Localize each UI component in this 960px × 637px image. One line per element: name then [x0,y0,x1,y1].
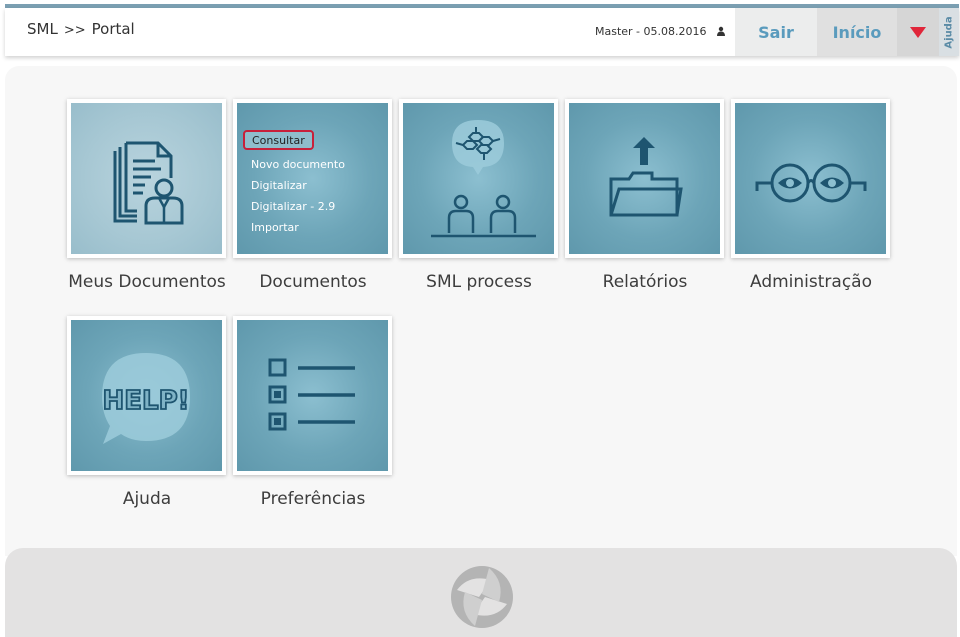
tile-meus-documentos[interactable] [67,99,226,258]
breadcrumb-root[interactable]: SML [27,20,58,38]
tile-administracao[interactable] [731,99,890,258]
footer [5,548,957,637]
folder-upload-icon [609,137,683,217]
tile-relatorios[interactable] [565,99,724,258]
tile-ajuda[interactable]: HELP! [67,316,226,475]
user-info-text: Master - 05.08.2016 [595,25,707,38]
home-button[interactable]: Início [817,8,897,56]
tile-preferencias-bg [237,320,388,471]
user-icon [717,26,726,36]
logout-button[interactable]: Sair [735,8,817,56]
company-logo-icon [451,566,513,628]
breadcrumb: SML >> Portal [27,20,135,38]
header-bar: SML >> Portal Master - 05.08.2016 Sair Iní… [5,8,959,56]
help-side-tab-label: Ajuda [943,15,955,49]
tile-relatorios-label[interactable]: Relatórios [550,272,740,292]
tile-meus-documentos-label[interactable]: Meus Documentos [52,272,242,292]
menu-dropdown-button[interactable] [897,8,939,56]
caret-down-icon [910,26,926,38]
glasses-icon [755,163,867,203]
tile-documentos[interactable]: Consultar Novo documento Digitalizar Dig… [233,99,392,258]
tile-sml-process-bg [403,103,554,254]
tile-documentos-label[interactable]: Documentos [218,272,408,292]
tile-documentos-bg: Consultar Novo documento Digitalizar Dig… [237,103,388,254]
menu-item-importar[interactable]: Importar [251,217,345,238]
documents-person-icon [113,141,184,225]
documentos-menu: Consultar Novo documento Digitalizar Dig… [241,129,345,238]
help-bubble-icon: HELP! [102,353,190,444]
tile-administracao-label[interactable]: Administração [716,272,906,292]
menu-item-novo-documento[interactable]: Novo documento [251,154,345,175]
help-bubble-text: HELP! [102,386,189,416]
user-info: Master - 05.08.2016 [595,25,726,38]
tile-ajuda-bg: HELP! [71,320,222,471]
menu-item-consultar[interactable]: Consultar [243,130,314,150]
help-side-tab[interactable]: Ajuda [939,8,959,56]
tile-sml-process-label[interactable]: SML process [384,272,574,292]
checklist-icon [268,358,355,431]
tile-preferencias-label[interactable]: Preferências [218,489,408,509]
menu-item-digitalizar-2-9[interactable]: Digitalizar - 2.9 [251,196,345,217]
tile-relatorios-bg [569,103,720,254]
tile-administracao-bg [735,103,886,254]
breadcrumb-current: Portal [91,20,135,38]
menu-item-digitalizar[interactable]: Digitalizar [251,175,345,196]
tile-preferencias[interactable] [233,316,392,475]
tile-meus-documentos-bg [71,103,222,254]
breadcrumb-separator: >> [63,23,86,38]
process-network-icon [431,120,536,238]
tile-ajuda-label[interactable]: Ajuda [52,489,242,509]
tile-sml-process[interactable] [399,99,558,258]
